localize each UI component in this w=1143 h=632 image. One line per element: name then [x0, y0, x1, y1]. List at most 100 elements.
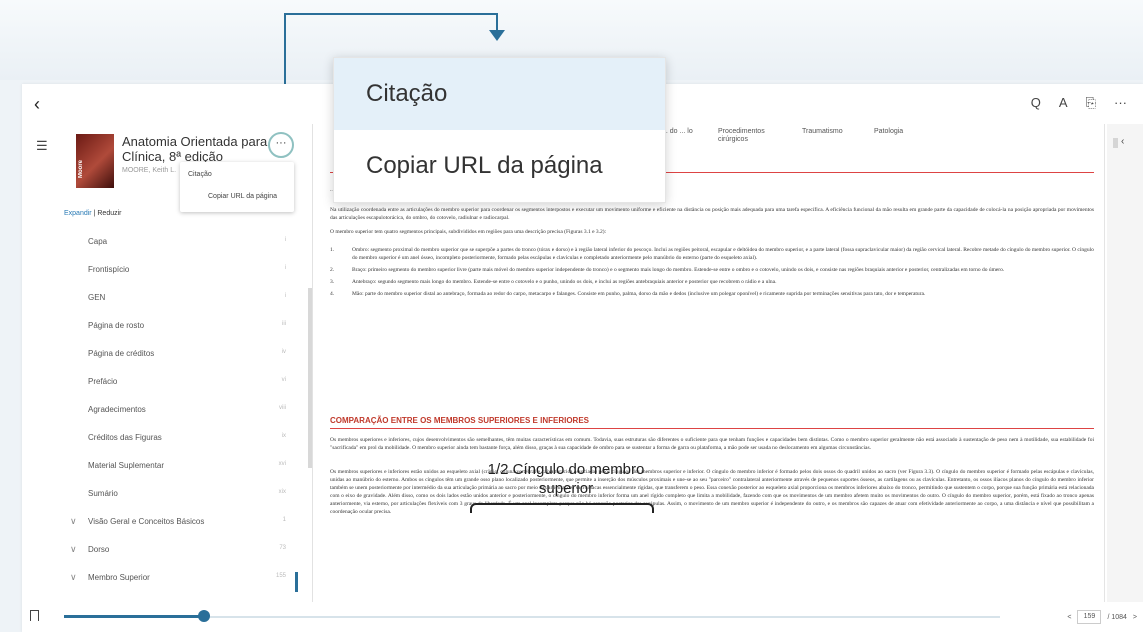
paragraph: Na utilização coordenada entre as articu…	[330, 207, 1094, 221]
toolbar-actions: Q A ⎘ ···	[1031, 95, 1127, 111]
next-page-button[interactable]: >	[1133, 614, 1137, 621]
toc-item[interactable]: Capa i	[62, 228, 298, 256]
menu-icon[interactable]: ☰	[36, 138, 48, 154]
prev-page-button[interactable]: <	[1067, 614, 1071, 621]
table-of-contents-sidebar: ☰ Moore Anatomia Orientada para Clínica,…	[22, 124, 313, 602]
bottom-bar: < 159 / 1084 >	[22, 602, 1143, 632]
page-total: / 1084	[1107, 613, 1127, 621]
toc-item-page: i	[284, 237, 286, 243]
collapse-link[interactable]: Reduzir	[97, 210, 121, 217]
toc-item[interactable]: Material Suplementar xvi	[62, 452, 298, 480]
toc-item-label: Agradecimentos	[88, 405, 146, 414]
page-input[interactable]: 159	[1077, 610, 1102, 624]
doc-tab: Procedimentos cirúrgicos	[718, 128, 765, 143]
list-item: 1. Ombro: segmento proximal do membro sup…	[330, 246, 1094, 262]
toc-item[interactable]: Sumário xix	[62, 480, 298, 508]
list-number: 2.	[330, 267, 335, 273]
toc-item[interactable]: ∨ Visão Geral e Conceitos Básicos 1	[62, 508, 298, 536]
chevron-down-icon[interactable]: ∨	[70, 572, 77, 583]
annotation-bracket	[470, 503, 654, 513]
toc-item-active[interactable]: ∨ Membro Superior 155	[62, 564, 298, 592]
toc-item-label: Página de rosto	[88, 321, 145, 330]
section-title: COMPARAÇÃO ENTRE OS MEMBROS SUPERIORES E…	[330, 416, 589, 425]
sidebar-scrollbar[interactable]	[308, 288, 312, 468]
paragraph: Os membros superiores e inferiores, cujo…	[330, 437, 1094, 451]
search-icon[interactable]: Q	[1031, 95, 1041, 111]
book-cover: Moore	[76, 134, 114, 188]
doc-tab: ... do ... lo	[662, 128, 693, 135]
toc-item-page: iv	[281, 349, 286, 355]
popup-item-label: Copiar URL da página	[366, 152, 603, 179]
toc-item[interactable]: Página de créditos iv	[62, 340, 298, 368]
book-title: Anatomia Orientada para Clínica, 8ª ediç…	[122, 134, 268, 164]
paragraph: Os membros superiores e inferiores estão…	[330, 469, 1094, 515]
expand-link[interactable]: Expandir	[64, 210, 92, 217]
popup-item-label: Citação	[366, 80, 448, 107]
toc-item-page: ix	[281, 433, 286, 439]
more-options-icon[interactable]: ···	[1114, 95, 1127, 111]
chevron-left-icon[interactable]: ‹	[1121, 136, 1124, 147]
cover-text: Moore	[78, 160, 84, 178]
annotation-caption: 1/2 Cíngulo do membro superior	[487, 461, 645, 497]
toc-item-label: Página de créditos	[88, 349, 155, 358]
paragraph: O membro superior tem quatro segmentos p…	[330, 229, 607, 235]
list-text: Ombro: segmento proximal do membro super…	[352, 247, 1094, 261]
list-number: 3.	[330, 279, 335, 285]
progress-fill	[64, 615, 205, 618]
book-context-menu: Citação Copiar URL da página	[180, 162, 294, 212]
chevron-down-icon[interactable]: ∨	[70, 516, 77, 527]
list-number: 4.	[330, 291, 335, 297]
toc-item-label: Capa	[88, 237, 108, 246]
active-indicator	[295, 572, 298, 592]
list-text: Braço: primeiro segmento do membro super…	[352, 267, 1005, 273]
toc-item-page: vi	[281, 377, 286, 383]
toc-item[interactable]: Créditos das Figuras ix	[62, 424, 298, 452]
list-text: Mão: parte do membro superior distal ao …	[352, 291, 926, 297]
toc-item-page: i	[284, 293, 286, 299]
page-navigation: < 159 / 1084 >	[1067, 610, 1137, 624]
toc-item[interactable]: Prefácio vi	[62, 368, 298, 396]
toc-item-page: 155	[275, 573, 286, 579]
toc-item-label: Créditos das Figuras	[88, 433, 162, 442]
section-underline	[330, 428, 1094, 429]
toc-item-page: 73	[279, 545, 286, 551]
list-item: 4. Mão: parte do membro superior distal a…	[330, 290, 1094, 298]
toc-item-page: viii	[279, 405, 286, 411]
list-item: 3. Antebraço: segundo segmento mais longo…	[330, 278, 1094, 286]
toc-item-label: Dorso	[88, 545, 110, 554]
toc-item-page: i	[284, 265, 286, 271]
toc-item[interactable]: Frontispício i	[62, 256, 298, 284]
popup-item-copy-url[interactable]: Copiar URL da página	[334, 130, 665, 202]
progress-handle[interactable]	[198, 610, 211, 622]
bookmark-icon[interactable]	[30, 610, 39, 621]
toc-list: Capa i Frontispício i GEN i Página de rosto…	[62, 228, 298, 592]
menu-item-citation[interactable]: Citação	[188, 171, 212, 178]
book-more-button[interactable]: ···	[268, 132, 294, 158]
segment-list: 1. Ombro: segmento proximal do membro sup…	[330, 246, 1094, 302]
toc-item-label: Frontispício	[88, 265, 130, 274]
list-text: Antebraço: segundo segmento mais longo d…	[352, 279, 777, 285]
toc-item-label: GEN	[88, 293, 106, 302]
expand-collapse-controls: Expandir | Reduzir	[64, 210, 122, 217]
menu-item-copy-url[interactable]: Copiar URL da página	[208, 193, 277, 200]
chevron-down-icon[interactable]: ∨	[70, 544, 77, 555]
separator: |	[93, 210, 96, 217]
font-size-icon[interactable]: A	[1059, 95, 1068, 111]
back-icon[interactable]: ‹	[34, 94, 40, 115]
toc-item[interactable]: Página de rosto iii	[62, 312, 298, 340]
connector-arrow-icon	[489, 30, 505, 41]
list-number: 1.	[330, 247, 335, 253]
toc-item-label: Membro Superior	[88, 573, 150, 582]
toc-item[interactable]: ∨ Dorso 73	[62, 536, 298, 564]
toc-item[interactable]: Agradecimentos viii	[62, 396, 298, 424]
toc-item-page: xix	[278, 489, 286, 495]
popup-item-citation[interactable]: Citação	[334, 58, 665, 130]
toc-item[interactable]: GEN i	[62, 284, 298, 312]
list-item: 2. Braço: primeiro segmento do membro sup…	[330, 266, 1094, 274]
right-panel: ‹	[1107, 124, 1143, 602]
bookmark-icon[interactable]: ⎘	[1086, 95, 1096, 111]
toc-item-page: 1	[282, 517, 286, 523]
enlarged-context-menu: Citação Copiar URL da página	[333, 57, 666, 203]
panel-scroll	[1113, 138, 1118, 148]
toc-item-label: Prefácio	[88, 377, 118, 386]
